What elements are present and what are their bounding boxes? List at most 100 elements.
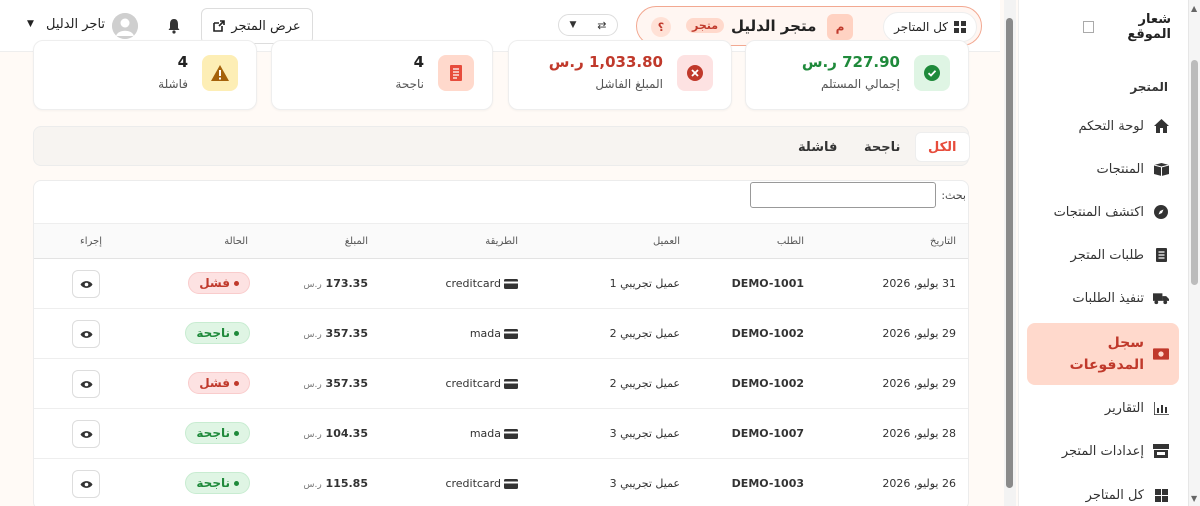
sidebar-item-label: سجل المدفوعات: [1069, 335, 1144, 373]
eye-icon: [80, 330, 92, 338]
stat-label: ناجحة: [395, 77, 424, 91]
warning-icon: [202, 55, 238, 91]
method-label: mada: [469, 427, 501, 440]
page-scrollbar-thumb[interactable]: [1191, 60, 1198, 285]
eye-icon: [80, 480, 92, 488]
stat-card-successful: 4 ناجحة: [271, 40, 493, 110]
cell-method: mada: [470, 427, 518, 440]
sidebar-item-label: طلبات المتجر: [1070, 247, 1144, 263]
avatar[interactable]: [112, 13, 138, 39]
method-label: mada: [469, 327, 501, 340]
method-label: creditcard: [445, 377, 501, 390]
view-button[interactable]: [72, 370, 100, 398]
cell-amount: 357.35 ر.س: [304, 327, 369, 340]
table-row: 28 يوليو, 2026 DEMO-1007 عميل تجريبي 3 m…: [34, 409, 968, 459]
logo-text: شعار الموقع: [1127, 12, 1171, 42]
amount-value: 357.35: [325, 377, 368, 390]
view-store-button[interactable]: عرض المتجر: [201, 8, 313, 44]
cell-date: 31 يوليو, 2026: [882, 277, 956, 290]
site-logo[interactable]: شعار الموقع: [1081, 12, 1171, 42]
user-name[interactable]: تاجر الدليل: [46, 17, 105, 32]
document-icon: [438, 55, 474, 91]
th-customer[interactable]: العميل: [653, 236, 680, 247]
table-row: 29 يوليو, 2026 DEMO-1002 عميل تجريبي 2 m…: [34, 309, 968, 359]
cell-customer: عميل تجريبي 3: [609, 477, 680, 490]
search-label: بحث:: [941, 189, 966, 202]
th-status[interactable]: الحالة: [224, 236, 248, 247]
sidebar: شعار الموقع المتجر لوحة التحكم المنتجات …: [1018, 0, 1188, 506]
stat-value: 4: [177, 53, 188, 71]
cell-date: 29 يوليو, 2026: [882, 377, 956, 390]
status-dot: [234, 480, 239, 486]
sidebar-item-label: لوحة التحكم: [1078, 118, 1144, 134]
amount-value: 173.35: [325, 277, 368, 290]
status-label: فشل: [199, 276, 230, 290]
eye-icon: [80, 430, 92, 438]
sidebar-item-reports[interactable]: التقارير: [1027, 391, 1179, 425]
view-store-label: عرض المتجر: [231, 18, 301, 34]
th-amount[interactable]: المبلغ: [345, 236, 368, 247]
status-label: ناجحة: [196, 426, 230, 440]
status-dot: [234, 330, 239, 336]
view-button[interactable]: [72, 420, 100, 448]
cell-method: mada: [470, 327, 518, 340]
help-button[interactable]: ؟: [651, 17, 671, 37]
switch-dropdown[interactable]: ▼ ⇄: [558, 14, 618, 36]
sidebar-item-products[interactable]: المنتجات: [1027, 152, 1179, 186]
credit-card-icon: [504, 428, 518, 439]
stat-value: 727.90 ر.س: [801, 53, 900, 71]
credit-card-icon: [504, 478, 518, 489]
stat-label: فاشلة: [158, 77, 188, 91]
chevron-down-icon: ▼: [569, 20, 577, 30]
sidebar-item-label: تنفيذ الطلبات: [1072, 290, 1144, 306]
view-button[interactable]: [72, 320, 100, 348]
tab-failed[interactable]: فاشلة: [786, 132, 849, 162]
scroll-up-arrow-icon[interactable]: ▲: [1191, 4, 1197, 13]
sidebar-item-orders[interactable]: طلبات المتجر: [1027, 238, 1179, 272]
cell-method: creditcard: [445, 477, 518, 490]
sidebar-item-dashboard[interactable]: لوحة التحكم: [1027, 109, 1179, 143]
status-dot: [234, 280, 239, 286]
cell-method: creditcard: [445, 377, 518, 390]
view-button[interactable]: [72, 470, 100, 498]
status-badge: فشل: [188, 372, 250, 394]
status-label: ناجحة: [196, 326, 230, 340]
content-scrollbar[interactable]: [1004, 0, 1016, 506]
money-icon: [1153, 346, 1169, 362]
bell-icon[interactable]: [164, 16, 184, 36]
amount-value: 104.35: [325, 427, 368, 440]
grid-icon: [1153, 487, 1169, 503]
scroll-down-arrow-icon[interactable]: ▼: [1191, 494, 1197, 503]
th-order[interactable]: الطلب: [777, 236, 804, 247]
sidebar-item-fulfillment[interactable]: تنفيذ الطلبات: [1027, 281, 1179, 315]
content-scrollbar-thumb[interactable]: [1006, 18, 1013, 488]
cell-order: DEMO-1007: [731, 427, 804, 440]
th-date[interactable]: التاريخ: [930, 236, 956, 247]
tab-all[interactable]: الكل: [915, 132, 970, 162]
sidebar-item-all-stores[interactable]: كل المتاجر: [1027, 478, 1179, 506]
tab-successful[interactable]: ناجحة: [852, 132, 912, 162]
view-button[interactable]: [72, 270, 100, 298]
page-scrollbar[interactable]: ▲ ▼: [1188, 0, 1200, 506]
stat-label: المبلغ الفاشل: [595, 77, 663, 91]
sidebar-item-label: المنتجات: [1096, 161, 1144, 177]
status-label: ناجحة: [196, 476, 230, 490]
stat-label: إجمالي المستلم: [820, 77, 900, 91]
th-method[interactable]: الطريقة: [485, 236, 518, 247]
caret-down-icon[interactable]: ▼: [27, 19, 34, 29]
sidebar-item-settings[interactable]: إعدادات المتجر: [1027, 434, 1179, 468]
sidebar-item-payments[interactable]: سجل المدفوعات: [1027, 323, 1179, 385]
cell-amount: 104.35 ر.س: [304, 427, 369, 440]
amount-value: 357.35: [325, 327, 368, 340]
cell-customer: عميل تجريبي 1: [609, 277, 680, 290]
stat-card-failed: 4 فاشلة: [33, 40, 257, 110]
all-stores-button[interactable]: كل المتاجر: [883, 12, 977, 42]
credit-card-icon: [504, 278, 518, 289]
sidebar-item-label: اكتشف المنتجات: [1053, 204, 1144, 220]
search-input[interactable]: [750, 182, 936, 208]
cell-amount: 173.35 ر.س: [304, 277, 369, 290]
sidebar-item-discover[interactable]: اكتشف المنتجات: [1027, 195, 1179, 229]
cell-amount: 357.35 ر.س: [304, 377, 369, 390]
stat-card-received: 727.90 ر.س إجمالي المستلم: [745, 40, 969, 110]
sidebar-section-title: المتجر: [1130, 80, 1168, 94]
